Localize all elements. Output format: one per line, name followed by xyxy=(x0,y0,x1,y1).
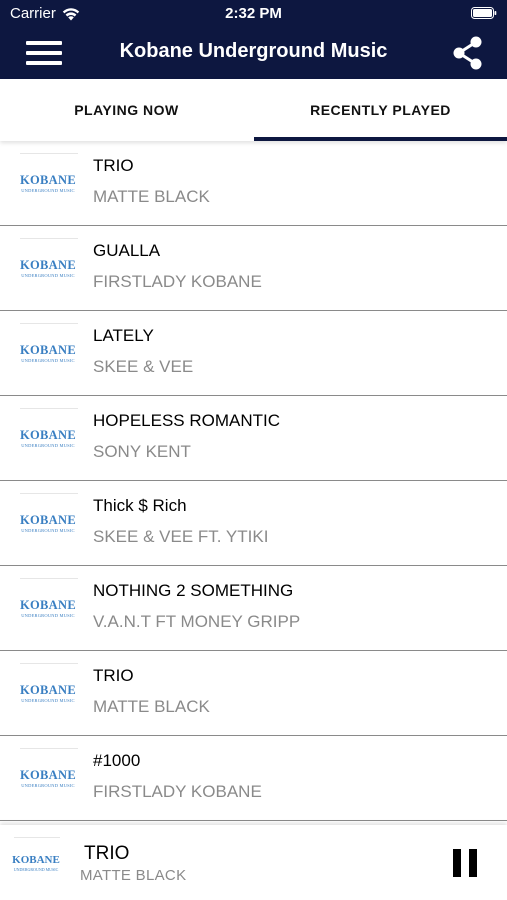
track-row[interactable]: KOBANE UNDERGROUND MUSIC TRIO MATTE BLAC… xyxy=(0,651,507,736)
album-art-thumbnail: KOBANE UNDERGROUND MUSIC xyxy=(18,576,78,640)
logo-subtext: UNDERGROUND MUSIC xyxy=(21,698,75,703)
album-art-thumbnail: KOBANE UNDERGROUND MUSIC xyxy=(18,746,78,810)
logo-subtext: UNDERGROUND MUSIC xyxy=(21,358,75,363)
track-row[interactable]: KOBANE UNDERGROUND MUSIC GUALLA FIRSTLAD… xyxy=(0,226,507,311)
track-title: HOPELESS ROMANTIC xyxy=(93,411,281,430)
logo-subtext: UNDERGROUND MUSIC xyxy=(21,188,75,193)
share-button[interactable] xyxy=(449,34,487,72)
tab-bar: PLAYING NOW RECENTLY PLAYED xyxy=(0,79,507,141)
menu-button[interactable] xyxy=(24,38,64,68)
track-artist: SONY KENT xyxy=(93,442,191,461)
logo-text: KOBANE xyxy=(20,768,76,782)
track-title: Thick $ Rich xyxy=(93,496,187,515)
logo-text: KOBANE xyxy=(20,428,76,442)
logo-text: KOBANE xyxy=(20,513,76,527)
nav-bar: Kobane Underground Music xyxy=(0,28,507,79)
logo-text: KOBANE xyxy=(20,598,76,612)
logo-subtext: UNDERGROUND MUSIC xyxy=(21,443,75,448)
mini-player[interactable]: KOBANE UNDERGROUND MUSIC TRIO MATTE BLAC… xyxy=(0,825,507,900)
page-title: Kobane Underground Music xyxy=(119,40,388,62)
logo-subtext: UNDERGROUND MUSIC xyxy=(13,867,59,872)
battery-icon xyxy=(471,7,497,19)
logo-subtext: UNDERGROUND MUSIC xyxy=(21,528,75,533)
logo-subtext: UNDERGROUND MUSIC xyxy=(21,783,75,788)
logo-text: KOBANE xyxy=(20,683,76,697)
track-row[interactable]: KOBANE UNDERGROUND MUSIC LATELY SKEE & V… xyxy=(0,311,507,396)
album-art-thumbnail: KOBANE UNDERGROUND MUSIC xyxy=(18,491,78,555)
track-row[interactable]: KOBANE UNDERGROUND MUSIC HOPELESS ROMANT… xyxy=(0,396,507,481)
header: Carrier 2:32 PM Kobane Underground Music xyxy=(0,0,507,79)
tab-recently-played[interactable]: RECENTLY PLAYED xyxy=(254,79,507,141)
track-title: TRIO xyxy=(93,666,134,685)
now-playing-title: TRIO xyxy=(84,843,130,864)
track-artist: FIRSTLADY KOBANE xyxy=(93,782,262,801)
app-screen: Carrier 2:32 PM Kobane Underground Music… xyxy=(0,0,507,900)
track-row[interactable]: KOBANE UNDERGROUND MUSIC TRIO MATTE BLAC… xyxy=(0,141,507,226)
tab-playing-now[interactable]: PLAYING NOW xyxy=(0,79,253,141)
now-playing-artist: MATTE BLACK xyxy=(80,867,187,884)
logo-subtext: UNDERGROUND MUSIC xyxy=(21,613,75,618)
track-artist: MATTE BLACK xyxy=(93,697,210,716)
track-artist: V.A.N.T FT MONEY GRIPP xyxy=(93,612,301,631)
album-art-thumbnail: KOBANE UNDERGROUND MUSIC xyxy=(18,321,78,385)
track-artist: SKEE & VEE xyxy=(93,357,194,376)
logo-text: KOBANE xyxy=(20,258,76,272)
album-art-thumbnail: KOBANE UNDERGROUND MUSIC xyxy=(18,661,78,725)
logo-text: KOBANE xyxy=(20,343,76,357)
logo-subtext: UNDERGROUND MUSIC xyxy=(21,273,75,278)
album-art-thumbnail: KOBANE UNDERGROUND MUSIC xyxy=(18,151,78,215)
track-artist: MATTE BLACK xyxy=(93,187,210,206)
status-time: 2:32 PM xyxy=(225,5,282,22)
logo-text: KOBANE xyxy=(12,854,60,866)
track-row[interactable]: KOBANE UNDERGROUND MUSIC #1000 FIRSTLADY… xyxy=(0,736,507,821)
album-art-thumbnail: KOBANE UNDERGROUND MUSIC xyxy=(18,406,78,470)
logo-text: KOBANE xyxy=(20,173,76,187)
track-row[interactable]: KOBANE UNDERGROUND MUSIC NOTHING 2 SOMET… xyxy=(0,566,507,651)
track-title: NOTHING 2 SOMETHING xyxy=(93,581,294,600)
status-bar: Carrier 2:32 PM xyxy=(0,0,507,28)
tab-selected-indicator xyxy=(254,137,507,141)
track-artist: SKEE & VEE FT. YTIKI xyxy=(93,527,269,546)
track-row[interactable]: KOBANE UNDERGROUND MUSIC Thick $ Rich SK… xyxy=(0,481,507,566)
track-title: #1000 xyxy=(93,751,141,770)
share-icon xyxy=(453,36,482,70)
track-title: TRIO xyxy=(93,156,134,175)
album-art-thumbnail: KOBANE UNDERGROUND MUSIC xyxy=(18,236,78,300)
now-playing-album-art: KOBANE UNDERGROUND MUSIC xyxy=(10,835,62,889)
track-artist: FIRSTLADY KOBANE xyxy=(93,272,262,291)
track-list: KOBANE UNDERGROUND MUSIC TRIO MATTE BLAC… xyxy=(0,141,507,825)
pause-button[interactable] xyxy=(453,849,477,877)
track-title: GUALLA xyxy=(93,241,161,260)
track-title: LATELY xyxy=(93,326,154,345)
